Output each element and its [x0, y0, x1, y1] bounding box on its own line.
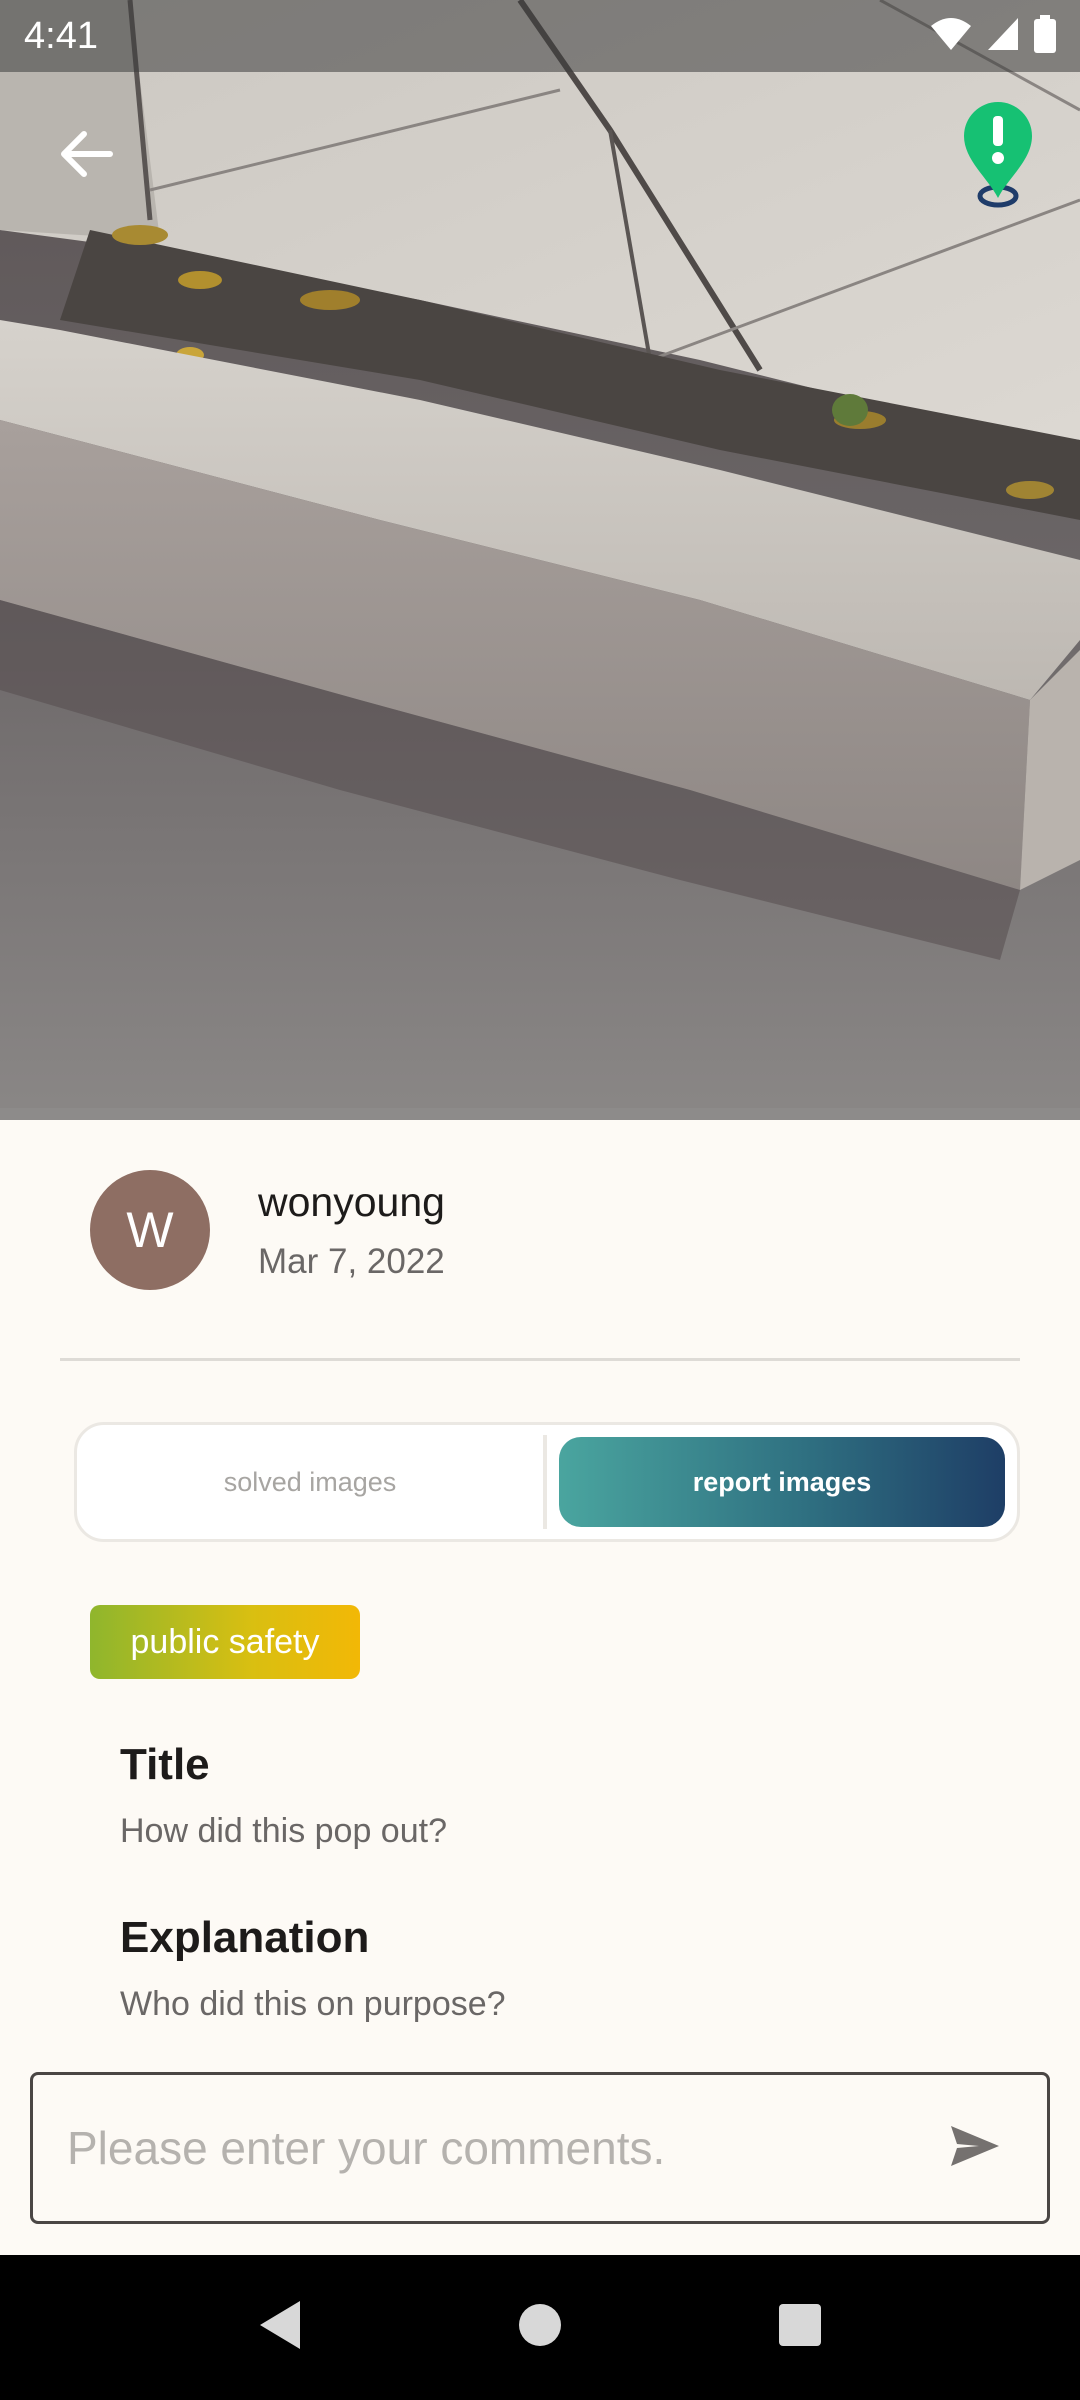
title-text: How did this pop out? — [120, 1812, 447, 1850]
status-time: 4:41 — [24, 14, 98, 57]
nav-back-button[interactable] — [245, 2293, 315, 2363]
send-button[interactable] — [935, 2108, 1015, 2188]
category-badge: public safety — [90, 1605, 360, 1679]
report-pin-icon — [958, 102, 1038, 218]
nav-back-icon — [256, 2299, 304, 2356]
report-pin-button[interactable] — [958, 98, 1038, 214]
post-photo — [0, 0, 1080, 1120]
wifi-icon — [930, 16, 972, 57]
tab-solved-images[interactable]: solved images — [77, 1435, 547, 1529]
back-button[interactable] — [46, 120, 126, 192]
nav-home-button[interactable] — [505, 2293, 575, 2363]
author-meta: wonyoung Mar 7, 2022 — [258, 1178, 445, 1281]
divider — [60, 1358, 1020, 1361]
nav-home-icon — [517, 2302, 563, 2353]
title-section: Title How did this pop out? — [120, 1740, 447, 1851]
battery-icon — [1034, 14, 1056, 58]
image-toggle: solved images report images — [74, 1422, 1020, 1542]
system-nav-bar — [0, 2255, 1080, 2400]
explanation-text: Who did this on purpose? — [120, 1985, 506, 2023]
comment-box — [30, 2072, 1050, 2224]
post-detail: W wonyoung Mar 7, 2022 solved images rep… — [0, 1120, 1080, 2255]
explanation-heading: Explanation — [120, 1913, 370, 1962]
tab-report-images[interactable]: report images — [559, 1437, 1005, 1527]
signal-icon — [986, 16, 1020, 57]
nav-recents-button[interactable] — [765, 2293, 835, 2363]
comment-input[interactable] — [65, 2075, 935, 2221]
author-row: W wonyoung Mar 7, 2022 — [90, 1170, 445, 1290]
title-heading: Title — [120, 1740, 210, 1789]
status-icons — [930, 14, 1056, 58]
nav-recents-icon — [777, 2302, 823, 2353]
send-icon — [949, 2124, 1001, 2173]
author-name: wonyoung — [258, 1179, 445, 1226]
explanation-section: Explanation Who did this on purpose? — [120, 1913, 506, 2024]
avatar[interactable]: W — [90, 1170, 210, 1290]
status-bar: 4:41 — [0, 0, 1080, 72]
post-date: Mar 7, 2022 — [258, 1241, 445, 1281]
arrow-left-icon — [58, 129, 114, 184]
